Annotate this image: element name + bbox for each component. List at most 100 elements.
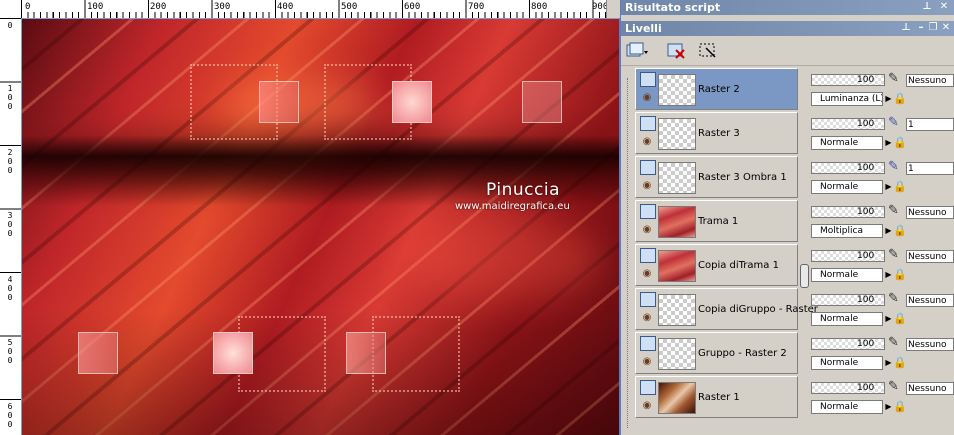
- group-link-field[interactable]: Nessuno: [906, 338, 954, 351]
- layer-row[interactable]: ◉ Raster 1: [635, 376, 798, 418]
- group-link-field[interactable]: Nessuno: [906, 250, 954, 263]
- dark-band: [22, 139, 619, 179]
- lock-transparency-icon[interactable]: 🔒: [893, 224, 907, 238]
- blend-mode-dropdown[interactable]: Normale: [811, 136, 883, 150]
- dropdown-arrow-icon[interactable]: ▶: [884, 268, 893, 282]
- dropdown-arrow-icon[interactable]: ▶: [884, 312, 893, 326]
- script-output-titlebar[interactable]: Risultato script ⊥ ✕: [621, 0, 954, 15]
- edit-lock-pen-icon[interactable]: ✎: [888, 291, 902, 307]
- group-link-field[interactable]: Nessuno: [906, 382, 954, 395]
- visibility-eye-icon[interactable]: ◉: [640, 93, 654, 103]
- opacity-value: 100: [857, 251, 875, 261]
- glow: [402, 219, 602, 299]
- dropdown-arrow-icon[interactable]: ▶: [884, 224, 893, 238]
- group-link-field[interactable]: 1: [906, 162, 954, 175]
- blend-mode-dropdown[interactable]: Moltiplica: [811, 224, 883, 238]
- new-raster-layer-icon[interactable]: [625, 41, 649, 61]
- visibility-eye-icon[interactable]: ◉: [640, 401, 654, 411]
- layers-titlebar[interactable]: Livelli ⊥ – ❐ ✕: [621, 21, 954, 36]
- group-link-field[interactable]: 1: [906, 118, 954, 131]
- layer-type-icon[interactable]: [640, 248, 656, 263]
- layer-row[interactable]: ◉ Copia diGruppo - Raster: [635, 288, 818, 330]
- decor-square: [259, 81, 299, 123]
- pin-icon[interactable]: ⊥: [921, 1, 933, 13]
- layers-toolbar: [621, 37, 954, 66]
- edit-lock-pen-icon[interactable]: ✎: [888, 159, 902, 175]
- dropdown-arrow-icon[interactable]: ▶: [884, 180, 893, 194]
- close-icon[interactable]: ✕: [940, 22, 952, 34]
- lock-transparency-icon[interactable]: 🔒: [893, 356, 907, 370]
- pin-icon[interactable]: ⊥: [900, 22, 912, 34]
- visibility-eye-icon[interactable]: ◉: [640, 181, 654, 191]
- layer-type-icon[interactable]: [640, 380, 656, 395]
- lock-transparency-icon[interactable]: 🔒: [893, 268, 907, 282]
- layer-row[interactable]: ◉ Raster 3: [635, 112, 798, 154]
- layer-properties: 100 ✎ Nessuno Luminanza (L) ▶ 🔒: [811, 68, 954, 110]
- layer-row[interactable]: ◉ Trama 1: [635, 200, 798, 242]
- layer-type-icon[interactable]: [640, 336, 656, 351]
- ruler-label: 400: [277, 2, 294, 12]
- dropdown-arrow-icon[interactable]: ▶: [884, 400, 893, 414]
- blend-mode-dropdown[interactable]: Normale: [811, 180, 883, 194]
- group-link-field[interactable]: Nessuno: [906, 294, 954, 307]
- lock-transparency-icon[interactable]: 🔒: [893, 400, 907, 414]
- blend-mode-dropdown[interactable]: Normale: [811, 400, 883, 414]
- blend-mode-dropdown[interactable]: Normale: [811, 356, 883, 370]
- lock-transparency-icon[interactable]: 🔒: [893, 92, 907, 106]
- blend-mode-dropdown[interactable]: Normale: [811, 268, 883, 282]
- layer-row[interactable]: ◉ Raster 2: [635, 68, 798, 110]
- decor-square: [522, 81, 562, 123]
- visibility-eye-icon[interactable]: ◉: [640, 137, 654, 147]
- layer-type-icon[interactable]: [640, 292, 656, 307]
- ruler-label: 2 0 0: [7, 148, 13, 175]
- blend-mode-dropdown[interactable]: Luminanza (L): [811, 92, 883, 106]
- artwork-canvas[interactable]: [22, 19, 619, 435]
- lock-transparency-icon[interactable]: 🔒: [893, 180, 907, 194]
- blend-mode-dropdown[interactable]: Normale: [811, 312, 883, 326]
- dropdown-arrow-icon[interactable]: ▶: [884, 136, 893, 150]
- opacity-value: 100: [857, 383, 875, 393]
- watermark-title: Pinuccia: [486, 180, 560, 200]
- layer-type-icon[interactable]: [640, 160, 656, 175]
- delete-layer-icon[interactable]: [665, 41, 689, 61]
- close-icon[interactable]: ✕: [938, 1, 950, 13]
- group-link-field[interactable]: Nessuno: [906, 74, 954, 87]
- layer-type-icon[interactable]: [640, 116, 656, 131]
- ruler-scroll-button[interactable]: [606, 0, 620, 18]
- decor-square: [346, 332, 386, 374]
- layer-properties: 100 ✎ Nessuno Normale ▶ 🔒: [811, 376, 954, 418]
- visibility-eye-icon[interactable]: ◉: [640, 225, 654, 235]
- layers-title: Livelli: [625, 22, 662, 35]
- edit-lock-pen-icon[interactable]: ✎: [888, 115, 902, 131]
- layers-list: ◉ Raster 2 100 ✎ Nessuno Luminanza (L) ▶ 🔒 ◉ Rast…: [621, 66, 954, 435]
- layer-name: Raster 3 Ombra 1: [698, 172, 787, 183]
- layer-properties: 100 ✎ Nessuno Normale ▶ 🔒: [811, 288, 954, 330]
- edit-lock-pen-icon[interactable]: ✎: [888, 247, 902, 263]
- layer-type-icon[interactable]: [640, 204, 656, 219]
- layer-row[interactable]: ◉ Gruppo - Raster 2: [635, 332, 798, 374]
- layer-row[interactable]: ◉ Raster 3 Ombra 1: [635, 156, 798, 198]
- edit-lock-pen-icon[interactable]: ✎: [888, 335, 902, 351]
- dropdown-arrow-icon[interactable]: ▶: [884, 92, 893, 106]
- group-link-field[interactable]: Nessuno: [906, 206, 954, 219]
- restore-icon[interactable]: ❐: [927, 22, 939, 34]
- visibility-eye-icon[interactable]: ◉: [640, 357, 654, 367]
- visibility-eye-icon[interactable]: ◉: [640, 313, 654, 323]
- layer-name: Gruppo - Raster 2: [698, 348, 787, 359]
- selection-mask-icon[interactable]: [697, 41, 721, 61]
- edit-lock-pen-icon[interactable]: ✎: [888, 379, 902, 395]
- lock-transparency-icon[interactable]: 🔒: [893, 136, 907, 150]
- edit-lock-pen-icon[interactable]: ✎: [888, 203, 902, 219]
- layer-type-icon[interactable]: [640, 72, 656, 87]
- decor-square: [213, 332, 253, 374]
- layer-properties: 100 ✎ 1 Normale ▶ 🔒: [811, 156, 954, 198]
- edit-lock-pen-icon[interactable]: ✎: [888, 71, 902, 87]
- lock-transparency-icon[interactable]: 🔒: [893, 312, 907, 326]
- minimize-icon[interactable]: –: [915, 22, 927, 34]
- visibility-eye-icon[interactable]: ◉: [640, 269, 654, 279]
- panel-splitter[interactable]: [800, 264, 809, 288]
- dropdown-arrow-icon[interactable]: ▶: [884, 356, 893, 370]
- layer-row[interactable]: ◉ Copia diTrama 1: [635, 244, 798, 286]
- layer-thumbnail: [658, 338, 696, 370]
- layer-name: Raster 3: [698, 128, 740, 139]
